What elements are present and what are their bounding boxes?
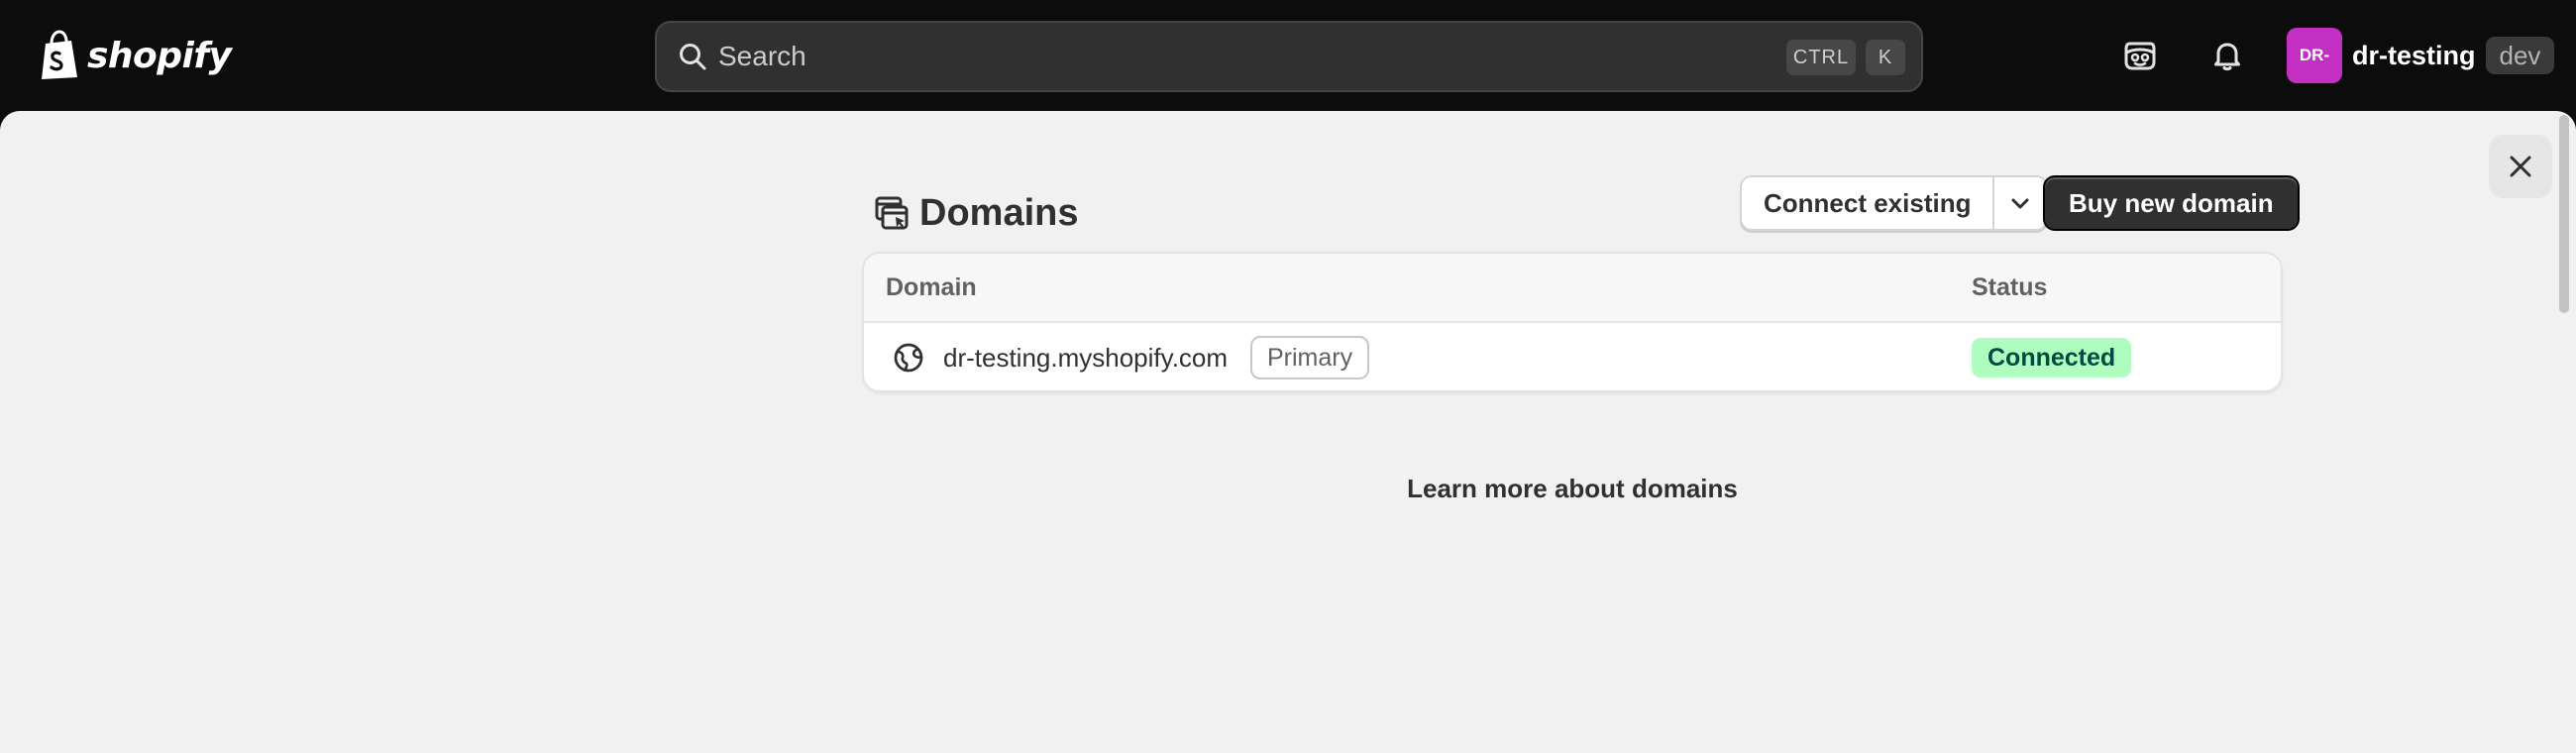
primary-badge: Primary [1250,336,1370,379]
search-icon [680,44,706,70]
sidekick-button[interactable] [2112,28,2168,83]
shopify-wordmark: shopify [87,35,232,76]
shortcut-key-k: K [1866,40,1905,75]
globe-icon [894,343,923,373]
page-title: Domains [919,191,1079,234]
shopify-bag-icon [42,30,77,79]
search-input[interactable] [718,35,1709,78]
domains-table: Domain Status dr-testing.myshopify.com P… [862,252,2283,392]
sidekick-icon [2124,42,2156,70]
store-badge: dev [2485,37,2555,74]
scrollbar[interactable] [2559,115,2569,313]
connect-existing-button-group: Connect existing [1740,175,2049,231]
account-menu-button[interactable]: DR- dr-testing dev [2287,28,2555,83]
table-row[interactable]: dr-testing.myshopify.com Primary Connect… [864,323,2281,390]
shopify-logo[interactable]: shopify [38,28,232,83]
connect-options-button[interactable] [1994,177,2046,229]
store-name: dr-testing [2352,40,2476,70]
top-bar: shopify CTRL K DR- dr-testing dev [0,0,2576,111]
connect-existing-button[interactable]: Connect existing [1742,177,1995,229]
buy-new-domain-button[interactable]: Buy new domain [2043,175,2300,231]
domains-icon [875,196,909,230]
main-panel: Domains Connect existing Buy new domain … [0,111,2576,753]
shortcut-key-ctrl: CTRL [1786,40,1856,75]
notifications-button[interactable] [2200,28,2255,83]
domain-name-link[interactable]: dr-testing.myshopify.com [943,343,1228,374]
close-icon [2510,156,2531,177]
search-bar[interactable]: CTRL K [655,21,1923,92]
avatar: DR- [2287,28,2342,83]
table-header: Domain Status [864,254,2281,323]
learn-more-domains-link[interactable]: Learn more about domains [862,474,2283,504]
chevron-down-icon [2011,198,2029,209]
bell-icon [2214,43,2240,71]
column-header-status: Status [1972,273,2048,301]
status-badge: Connected [1972,338,2132,377]
close-button[interactable] [2489,135,2552,198]
page-header: Domains [874,176,1078,250]
column-header-domain: Domain [886,273,977,301]
